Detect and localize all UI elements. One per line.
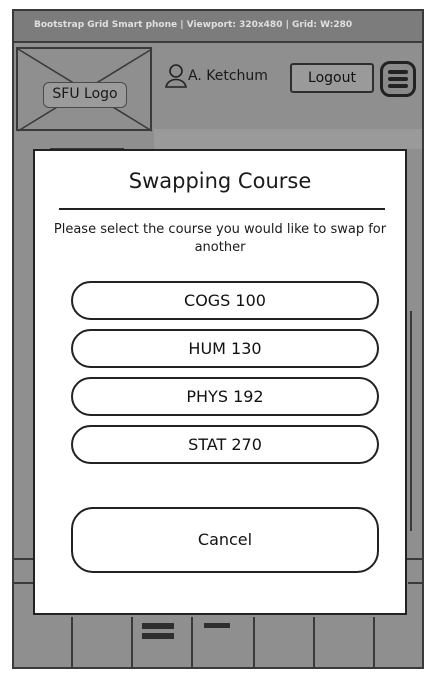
logo-label: SFU Logo — [43, 82, 127, 108]
logout-button[interactable]: Logout — [290, 63, 374, 93]
logo-placeholder: SFU Logo — [16, 47, 153, 132]
dialog-message: Please select the course you would like … — [53, 222, 387, 255]
menu-bar-icon — [388, 84, 408, 88]
hamburger-menu-button[interactable] — [380, 61, 416, 97]
course-button-hum-130[interactable]: HUM 130 — [71, 329, 379, 368]
course-button-cogs-100[interactable]: COGS 100 — [71, 281, 379, 320]
menu-bar-icon — [388, 70, 408, 74]
user-icon — [165, 64, 187, 88]
app-header: SFU Logo A. Ketchum Logout — [14, 43, 422, 149]
course-button-stat-270[interactable]: STAT 270 — [71, 425, 379, 464]
user-info[interactable]: A. Ketchum — [164, 63, 284, 95]
header-strip — [154, 129, 422, 149]
user-name: A. Ketchum — [188, 68, 268, 84]
dialog-title: Swapping Course — [128, 169, 312, 193]
cancel-button[interactable]: Cancel — [71, 507, 379, 573]
course-button-phys-192[interactable]: PHYS 192 — [71, 377, 379, 416]
swap-course-dialog: Swapping Course Please select the course… — [33, 149, 407, 615]
menu-bar-icon — [388, 77, 408, 81]
dialog-divider — [59, 208, 385, 210]
